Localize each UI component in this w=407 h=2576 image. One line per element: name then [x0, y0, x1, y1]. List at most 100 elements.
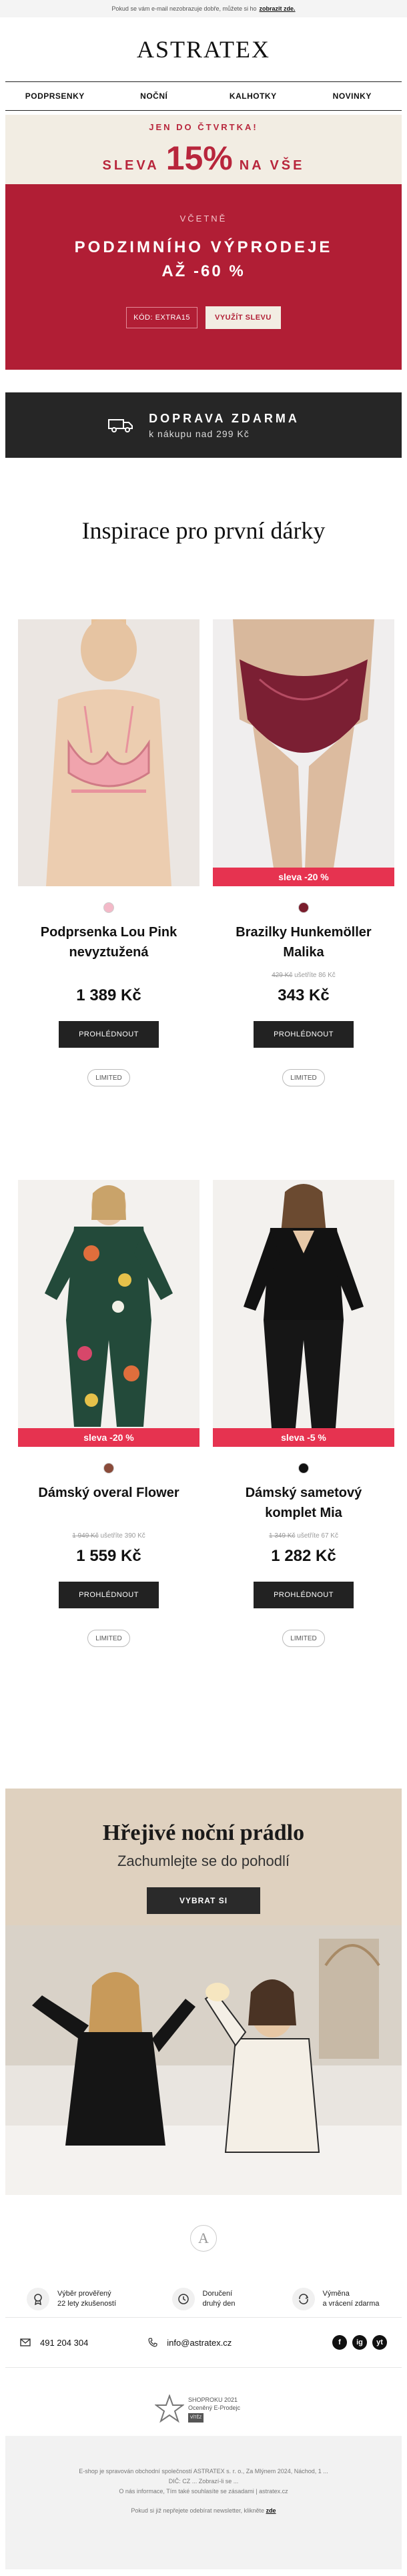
- promo-title: PODZIMNÍHO VÝPRODEJE: [74, 238, 333, 256]
- product-image[interactable]: sleva -20 %: [18, 1180, 199, 1447]
- product-image[interactable]: sleva -5 %: [213, 1180, 394, 1447]
- nav-item-kalhotky[interactable]: KALHOTKY: [204, 91, 303, 101]
- footer-logo[interactable]: A: [190, 2225, 217, 2252]
- warm-nightwear-banner: Hřejivé noční prádlo Zachumlejte se do p…: [5, 1789, 402, 1925]
- color-swatch[interactable]: [103, 1463, 114, 1474]
- instagram-icon[interactable]: ig: [352, 2335, 367, 2350]
- preheader: Pokud se vám e-mail nezobrazuje dobře, m…: [0, 0, 407, 17]
- phone-contact[interactable]: 491 204 304: [20, 2338, 88, 2348]
- benefit-line1: Výběr prověřený: [57, 2290, 111, 2298]
- phone-number[interactable]: 491 204 304: [40, 2338, 88, 2348]
- view-product-button[interactable]: PROHLÉDNOUT: [254, 1021, 354, 1048]
- product-card: Podprsenka Lou Pink nevyztužená 1 389 Kč…: [18, 619, 199, 1086]
- limited-tag: LIMITED: [87, 1069, 130, 1086]
- view-online-link[interactable]: zobrazit zde.: [260, 5, 296, 12]
- old-price-struck: 1 349 Kč: [269, 1532, 296, 1540]
- warm-subtitle: Zachumlejte se do pohodlí: [117, 1853, 290, 1869]
- warm-title: Hřejivé noční prádlo: [102, 1821, 305, 1845]
- legal-footer: E-shop je spravován obchodní společností…: [5, 2436, 402, 2569]
- benefit-text: Výběr prověřený 22 lety zkušeností: [57, 2289, 116, 2309]
- unsubscribe-link[interactable]: zde: [266, 2507, 276, 2514]
- product-old-price: [18, 972, 199, 982]
- award-icon: [26, 2288, 49, 2310]
- email-address[interactable]: info@astratex.cz: [167, 2338, 232, 2348]
- nav-item-nocni[interactable]: NOČNÍ: [105, 91, 204, 101]
- promo-word-left: SLEVA: [102, 157, 159, 173]
- promo-subtitle: AŽ -60 %: [161, 262, 246, 280]
- section-title-gifts: Inspirace pro první dárky: [81, 517, 326, 544]
- clock-icon: [171, 2288, 195, 2310]
- nav-item-novinky[interactable]: NOVINKY: [303, 91, 402, 101]
- old-price-struck: 429 Kč: [272, 972, 293, 979]
- choose-button[interactable]: VYBRAT SI: [147, 1887, 260, 1914]
- product-price: 1 559 Kč: [76, 1547, 141, 1565]
- color-swatch[interactable]: [298, 902, 309, 913]
- award-text: SHOPROKU 2021 Oceněný E-Prodejc VÍTĚZ: [188, 2396, 240, 2423]
- benefit-line2: 22 lety zkušeností: [57, 2300, 117, 2308]
- nav-item-podprsenky[interactable]: PODPRSENKY: [5, 91, 105, 101]
- legal-line: DIČ: CZ ... Zobrazí-li se ...: [168, 2478, 239, 2485]
- benefit-line2: a vrácení zdarma: [322, 2300, 380, 2308]
- email-contact[interactable]: info@astratex.cz: [148, 2338, 232, 2348]
- promo-headline: SLEVA 15% NA VŠE: [102, 139, 304, 178]
- product-price: 1 282 Kč: [271, 1547, 336, 1565]
- view-product-button[interactable]: PROHLÉDNOUT: [59, 1582, 159, 1608]
- product-old-price: 1 349 Kč ušetříte 67 Kč: [213, 1532, 394, 1543]
- promo-code-row: KÓD: EXTRA15 VYUŽÍT SLEVU: [126, 306, 281, 329]
- sale-badge: sleva -20 %: [213, 868, 394, 886]
- color-swatch[interactable]: [103, 902, 114, 913]
- promo-until: JEN DO ČTVRTKA!: [149, 121, 258, 132]
- youtube-icon[interactable]: yt: [372, 2335, 387, 2350]
- hero-photo[interactable]: [5, 1925, 402, 2195]
- product-price: 1 389 Kč: [76, 986, 141, 1004]
- product-price: 343 Kč: [278, 986, 330, 1004]
- unsubscribe-text: Pokud si již nepřejete odebírat newslett…: [131, 2507, 265, 2514]
- shipping-text: DOPRAVA ZDARMA k nákupu nad 299 Kč: [149, 412, 300, 439]
- promo-percent: 15%: [165, 139, 233, 177]
- product-name[interactable]: Dámský sametový komplet Mia: [213, 1483, 394, 1523]
- old-price-note: ušetříte 86 Kč: [294, 972, 336, 979]
- promo-banner-sale: VČETNĚ PODZIMNÍHO VÝPRODEJE AŽ -60 % KÓD…: [5, 184, 402, 370]
- award-line1: SHOPROKU 2021: [188, 2396, 238, 2403]
- main-nav: PODPRSENKY NOČNÍ KALHOTKY NOVINKY: [5, 81, 402, 111]
- contact-row: 491 204 304 info@astratex.cz f ig yt: [5, 2317, 402, 2368]
- phone-icon: [148, 2338, 157, 2347]
- shipping-title: DOPRAVA ZDARMA: [149, 411, 300, 425]
- promo-word-right: NA VŠE: [239, 157, 305, 173]
- award-star-icon: [155, 2394, 184, 2423]
- promo-banner-top[interactable]: JEN DO ČTVRTKA! SLEVA 15% NA VŠE: [5, 115, 402, 184]
- award-line2: Oceněný E-Prodejc: [188, 2404, 241, 2411]
- old-price-note: ušetříte 67 Kč: [297, 1532, 338, 1540]
- sale-badge: sleva -20 %: [18, 1428, 199, 1447]
- award-tag: VÍTĚZ: [188, 2413, 204, 2423]
- view-product-button[interactable]: PROHLÉDNOUT: [59, 1021, 159, 1048]
- limited-tag: LIMITED: [282, 1630, 325, 1647]
- preheader-text: Pokud se vám e-mail nezobrazuje dobře, m…: [111, 5, 257, 12]
- use-discount-button[interactable]: VYUŽÍT SLEVU: [206, 306, 281, 329]
- promo-including: VČETNĚ: [179, 214, 228, 224]
- product-image[interactable]: [18, 619, 199, 886]
- product-name[interactable]: Podprsenka Lou Pink nevyztužená: [18, 922, 199, 962]
- product-name[interactable]: Brazilky Hunkemöller Malika: [213, 922, 394, 962]
- product-image[interactable]: sleva -20 %: [213, 619, 394, 886]
- benefit-line1: Doručení: [202, 2290, 233, 2298]
- unsubscribe: Pokud si již nepřejete odebírat newslett…: [32, 2506, 375, 2516]
- shop-award[interactable]: SHOPROKU 2021 Oceněný E-Prodejc VÍTĚZ: [155, 2389, 252, 2429]
- limited-tag: LIMITED: [87, 1630, 130, 1647]
- brand-logo[interactable]: ASTRATEX: [0, 17, 407, 81]
- product-old-price: 429 Kč ušetříte 86 Kč: [213, 972, 394, 982]
- legal-line: E-shop je spravován obchodní společností…: [79, 2468, 328, 2475]
- view-product-button[interactable]: PROHLÉDNOUT: [254, 1582, 354, 1608]
- benefit-text: Výměna a vrácení zdarma: [323, 2289, 380, 2309]
- benefit-line1: Výměna: [322, 2290, 350, 2298]
- product-card: sleva -20 % Brazilky Hunkemöller Malika …: [213, 619, 394, 1086]
- old-price-struck: 1 949 Kč: [72, 1532, 99, 1540]
- product-card: sleva -5 % Dámský sametový komplet Mia 1…: [213, 1180, 394, 1647]
- color-swatch[interactable]: [298, 1463, 309, 1474]
- benefit-line2: druhý den: [202, 2300, 236, 2308]
- return-icon: [292, 2288, 315, 2310]
- product-card: sleva -20 % Dámský overal Flower 1 949 K…: [18, 1180, 199, 1647]
- product-name[interactable]: Dámský overal Flower: [18, 1483, 199, 1523]
- facebook-icon[interactable]: f: [332, 2335, 347, 2350]
- truck-icon: [108, 419, 133, 432]
